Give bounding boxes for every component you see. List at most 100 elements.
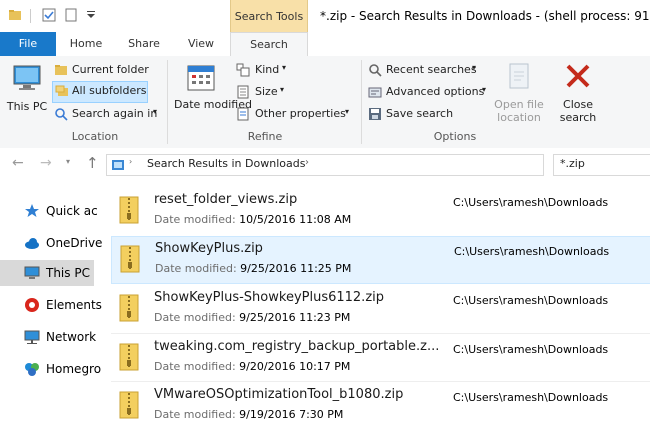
nav-item-this-pc[interactable]: This PC	[0, 260, 94, 286]
ribbon-tabs: File Home Share View Search	[0, 32, 650, 58]
file-name: ShowKeyPlus.zip	[155, 241, 263, 256]
chevron-down-icon: ▾	[153, 107, 158, 116]
close-search-button[interactable]: Close search	[553, 60, 603, 126]
row-divider	[111, 381, 650, 382]
open-file-location-label: Open file location	[494, 98, 544, 124]
search-again-in-button[interactable]: Search again in ▾	[52, 104, 164, 124]
recent-locations-chevron-icon[interactable]: ▾	[66, 157, 70, 166]
other-properties-label: Other properties	[255, 107, 346, 120]
refine-group-label: Refine	[247, 130, 283, 143]
list-item[interactable]: reset_folder_views.zip Date modified: 10…	[111, 188, 650, 234]
size-label: Size	[255, 85, 278, 98]
nav-item-onedrive[interactable]: OneDrive	[0, 230, 102, 256]
nav-item-network[interactable]: Network	[0, 324, 97, 350]
open-file-location-button[interactable]: Open file location	[492, 60, 546, 126]
recent-searches-icon	[369, 64, 382, 77]
size-button[interactable]: Size ▾	[236, 82, 296, 102]
date-modified-button[interactable]: Date modified	[172, 60, 252, 126]
chevron-down-icon: ▾	[472, 63, 477, 72]
nav-item-label: Elements	[46, 298, 102, 312]
tab-file[interactable]: File	[0, 32, 56, 56]
tab-view[interactable]: View	[174, 32, 228, 56]
file-name: reset_folder_views.zip	[154, 192, 298, 207]
file-date: Date modified: 9/25/2016 11:23 PM	[154, 311, 350, 324]
row-divider	[111, 333, 650, 334]
folder-icon	[55, 65, 67, 75]
advanced-options-button[interactable]: Advanced options ▾	[366, 82, 492, 102]
file-date: Date modified: 10/5/2016 11:08 AM	[154, 213, 351, 226]
list-item[interactable]: ShowKeyPlus-ShowkeyPlus6112.zip Date mod…	[111, 286, 650, 332]
this-pc-button[interactable]: This PC	[6, 60, 48, 126]
group-separator	[167, 60, 168, 144]
customize-toolbar-icon[interactable]	[84, 8, 98, 22]
close-search-label: Close search	[559, 98, 597, 124]
breadcrumb[interactable]: Search Results in Downloads	[147, 157, 305, 170]
all-subfolders-label: All subfolders	[72, 84, 147, 97]
folder-icon[interactable]	[8, 8, 22, 22]
homegroup-icon	[25, 363, 39, 376]
date-label: Date modified:	[154, 213, 236, 226]
ribbon: This PC Current folder All subfolders Se…	[0, 56, 650, 149]
nav-item-quick-access[interactable]: Quick ac	[0, 198, 98, 224]
computer-icon	[13, 65, 41, 90]
new-folder-icon[interactable]	[64, 8, 78, 22]
network-icon	[24, 330, 40, 344]
open-file-location-icon	[509, 63, 529, 89]
kind-button[interactable]: Kind ▾	[236, 60, 296, 80]
date-value: 9/25/2016 11:25 PM	[240, 262, 352, 275]
file-date: Date modified: 9/25/2016 11:25 PM	[155, 262, 351, 275]
chevron-down-icon: ▾	[280, 85, 285, 94]
file-name: tweaking.com_registry_backup_portable.z.…	[154, 339, 440, 354]
date-label: Date modified:	[154, 408, 236, 421]
computer-icon	[24, 266, 40, 279]
list-item[interactable]: VMwareOSOptimizationTool_b1080.zip Date …	[111, 383, 650, 429]
current-folder-label: Current folder	[72, 63, 149, 76]
chevron-down-icon: ▾	[482, 85, 487, 94]
search-results-icon	[112, 160, 124, 170]
chevron-down-icon: ▾	[345, 107, 350, 116]
tab-search[interactable]: Search	[230, 32, 308, 58]
up-icon[interactable]: ↑	[86, 154, 99, 172]
recent-searches-label: Recent searches	[386, 63, 477, 76]
current-folder-button[interactable]: Current folder	[52, 60, 149, 80]
breadcrumb-chevron-icon[interactable]: ›	[305, 157, 309, 168]
forward-icon[interactable]: →	[40, 155, 52, 171]
list-item[interactable]: tweaking.com_registry_backup_portable.z.…	[111, 335, 650, 381]
search-again-icon	[55, 108, 68, 121]
size-icon	[237, 85, 249, 99]
list-item[interactable]: ShowKeyPlus.zip Date modified: 9/25/2016…	[111, 236, 650, 284]
address-bar[interactable]: › Search Results in Downloads ›	[106, 154, 544, 176]
date-value: 9/19/2016 7:30 PM	[239, 408, 344, 421]
navigation-pane: Quick ac OneDrive This PC Elements Netwo…	[0, 180, 102, 434]
search-tools-label: Search Tools	[234, 10, 304, 23]
kind-icon	[236, 63, 250, 77]
file-name: VMwareOSOptimizationTool_b1080.zip	[154, 387, 404, 402]
nav-item-elements[interactable]: Elements	[0, 292, 102, 318]
elements-icon	[25, 298, 39, 312]
date-label: Date modified:	[155, 262, 237, 275]
file-date: Date modified: 9/20/2016 10:17 PM	[154, 360, 350, 373]
zip-folder-icon	[119, 196, 139, 224]
properties-icon[interactable]	[42, 8, 56, 22]
recent-searches-button[interactable]: Recent searches ▾	[366, 60, 484, 80]
other-properties-button[interactable]: Other properties ▾	[236, 104, 358, 124]
date-label: Date modified:	[154, 360, 236, 373]
all-subfolders-button[interactable]: All subfolders	[52, 81, 148, 103]
save-icon	[369, 108, 381, 120]
back-icon[interactable]: ←	[12, 155, 24, 171]
tab-home[interactable]: Home	[58, 32, 114, 56]
nav-item-label: Quick ac	[46, 204, 98, 218]
nav-item-homegroup[interactable]: Homegro	[0, 356, 101, 382]
nav-item-label: OneDrive	[46, 236, 103, 250]
zip-folder-icon	[119, 391, 139, 419]
save-search-button[interactable]: Save search	[366, 104, 456, 124]
date-label: Date modified:	[154, 311, 236, 324]
titlebar-divider	[30, 9, 31, 23]
nav-item-label: Network	[46, 330, 97, 344]
file-path: C:\Users\ramesh\Downloads	[453, 294, 609, 307]
search-tools-contextual-tab: Search Tools	[230, 0, 308, 32]
close-icon	[566, 64, 590, 88]
tab-share[interactable]: Share	[116, 32, 172, 56]
search-input[interactable]: *.zip	[553, 154, 650, 176]
advanced-options-label: Advanced options	[386, 85, 485, 98]
